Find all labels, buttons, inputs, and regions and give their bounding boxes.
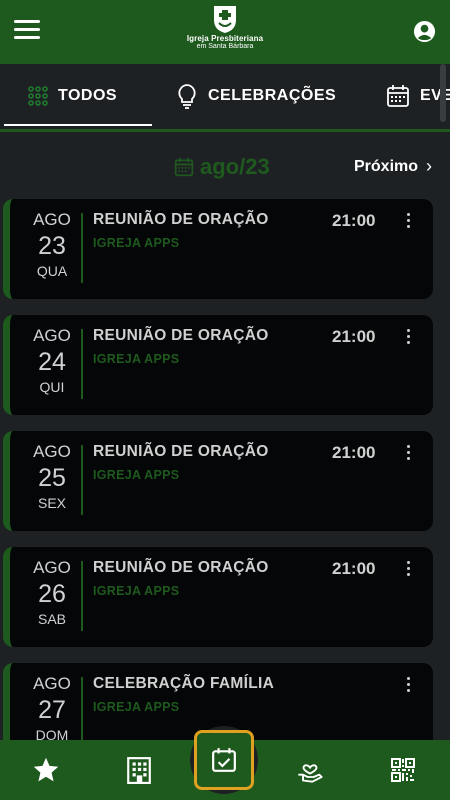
event-weekday: QUA [36, 263, 68, 279]
building-icon[interactable] [119, 750, 159, 790]
tab-label: CELEBRAÇÕES [208, 87, 337, 104]
event-month: AGO [33, 442, 71, 461]
event-title: CELEBRAÇÃO FAMÍLIA [93, 675, 275, 692]
calendar-icon [174, 157, 194, 177]
event-time: 21:00 [332, 211, 376, 230]
event-date: AGO 23 QUA [24, 209, 80, 281]
chevron-right-icon: › [426, 156, 433, 176]
nav-center-container [190, 726, 258, 794]
church-logo: Igreja Presbiteriana em Santa Bárbara [175, 4, 275, 60]
event-date: AGO 24 QUI [24, 325, 80, 397]
event-day: 25 [38, 464, 66, 492]
qr-code-icon[interactable] [383, 750, 423, 790]
event-date: AGO 25 SEX [24, 441, 80, 513]
event-month: AGO [33, 326, 71, 345]
next-month-button[interactable]: Próximo › [354, 156, 432, 177]
event-day: 27 [38, 696, 66, 724]
event-organizer: IGREJA APPS [93, 236, 180, 250]
event-organizer: IGREJA APPS [93, 468, 180, 482]
lightbulb-icon [176, 83, 198, 109]
event-card[interactable]: AGO 26 SAB REUNIÃO DE ORAÇÃO IGREJA APPS… [3, 547, 433, 647]
event-day: 26 [38, 580, 66, 608]
hand-heart-icon[interactable] [290, 750, 330, 790]
current-month: ago/23 [174, 154, 270, 180]
month-navigation: ago/23 Próximo › [0, 150, 450, 186]
calendar-check-icon[interactable] [194, 730, 254, 790]
tab-label: TODOS [58, 87, 118, 104]
church-emblem-icon [214, 6, 236, 33]
event-date: AGO 26 SAB [24, 557, 80, 629]
event-month: AGO [33, 210, 71, 229]
event-title: REUNIÃO DE ORAÇÃO [93, 327, 269, 344]
event-title: REUNIÃO DE ORAÇÃO [93, 443, 269, 460]
more-vert-icon[interactable] [402, 677, 414, 695]
star-icon[interactable] [26, 750, 66, 790]
more-vert-icon[interactable] [402, 445, 414, 463]
date-divider [81, 213, 83, 283]
event-time: 21:00 [332, 559, 376, 578]
date-divider [81, 445, 83, 515]
event-day: 23 [38, 232, 66, 260]
grid-dots-icon [28, 86, 48, 106]
event-weekday: SEX [37, 495, 66, 511]
category-tabs: TODOS CELEBRAÇÕES EV [0, 64, 450, 132]
event-organizer: IGREJA APPS [93, 584, 180, 598]
event-title: REUNIÃO DE ORAÇÃO [93, 559, 269, 576]
tab-todos[interactable]: TODOS [4, 64, 152, 128]
more-vert-icon[interactable] [402, 213, 414, 231]
hamburger-icon[interactable] [14, 20, 40, 42]
more-vert-icon[interactable] [402, 561, 414, 579]
event-month: AGO [33, 674, 71, 693]
event-card[interactable]: AGO 25 SEX REUNIÃO DE ORAÇÃO IGREJA APPS… [3, 431, 433, 531]
event-time: 21:00 [332, 443, 376, 462]
event-organizer: IGREJA APPS [93, 700, 180, 714]
event-date: AGO 27 DOM [24, 673, 80, 745]
next-label: Próximo [354, 157, 419, 175]
event-weekday: QUI [39, 379, 65, 395]
calendar-icon [386, 84, 410, 108]
event-card[interactable]: AGO 23 QUA REUNIÃO DE ORAÇÃO IGREJA APPS… [3, 199, 433, 299]
date-divider [81, 561, 83, 631]
more-vert-icon[interactable] [402, 329, 414, 347]
logo-subtitle: em Santa Bárbara [196, 43, 254, 50]
month-label: ago/23 [200, 154, 270, 179]
account-circle-icon[interactable] [413, 20, 436, 43]
event-day: 24 [38, 348, 66, 376]
tabs-scrollbar[interactable] [440, 64, 446, 122]
event-organizer: IGREJA APPS [93, 352, 180, 366]
date-divider [81, 677, 83, 747]
event-title: REUNIÃO DE ORAÇÃO [93, 211, 269, 228]
event-time: 21:00 [332, 327, 376, 346]
app-header: Igreja Presbiteriana em Santa Bárbara [0, 0, 450, 64]
date-divider [81, 329, 83, 399]
event-month: AGO [33, 558, 71, 577]
app-screen: Igreja Presbiteriana em Santa Bárbara TO… [0, 0, 450, 800]
event-card[interactable]: AGO 24 QUI REUNIÃO DE ORAÇÃO IGREJA APPS… [3, 315, 433, 415]
event-weekday: SAB [37, 611, 66, 627]
logo-title: Igreja Presbiteriana [186, 34, 264, 43]
tab-celebracoes[interactable]: CELEBRAÇÕES [176, 64, 336, 128]
